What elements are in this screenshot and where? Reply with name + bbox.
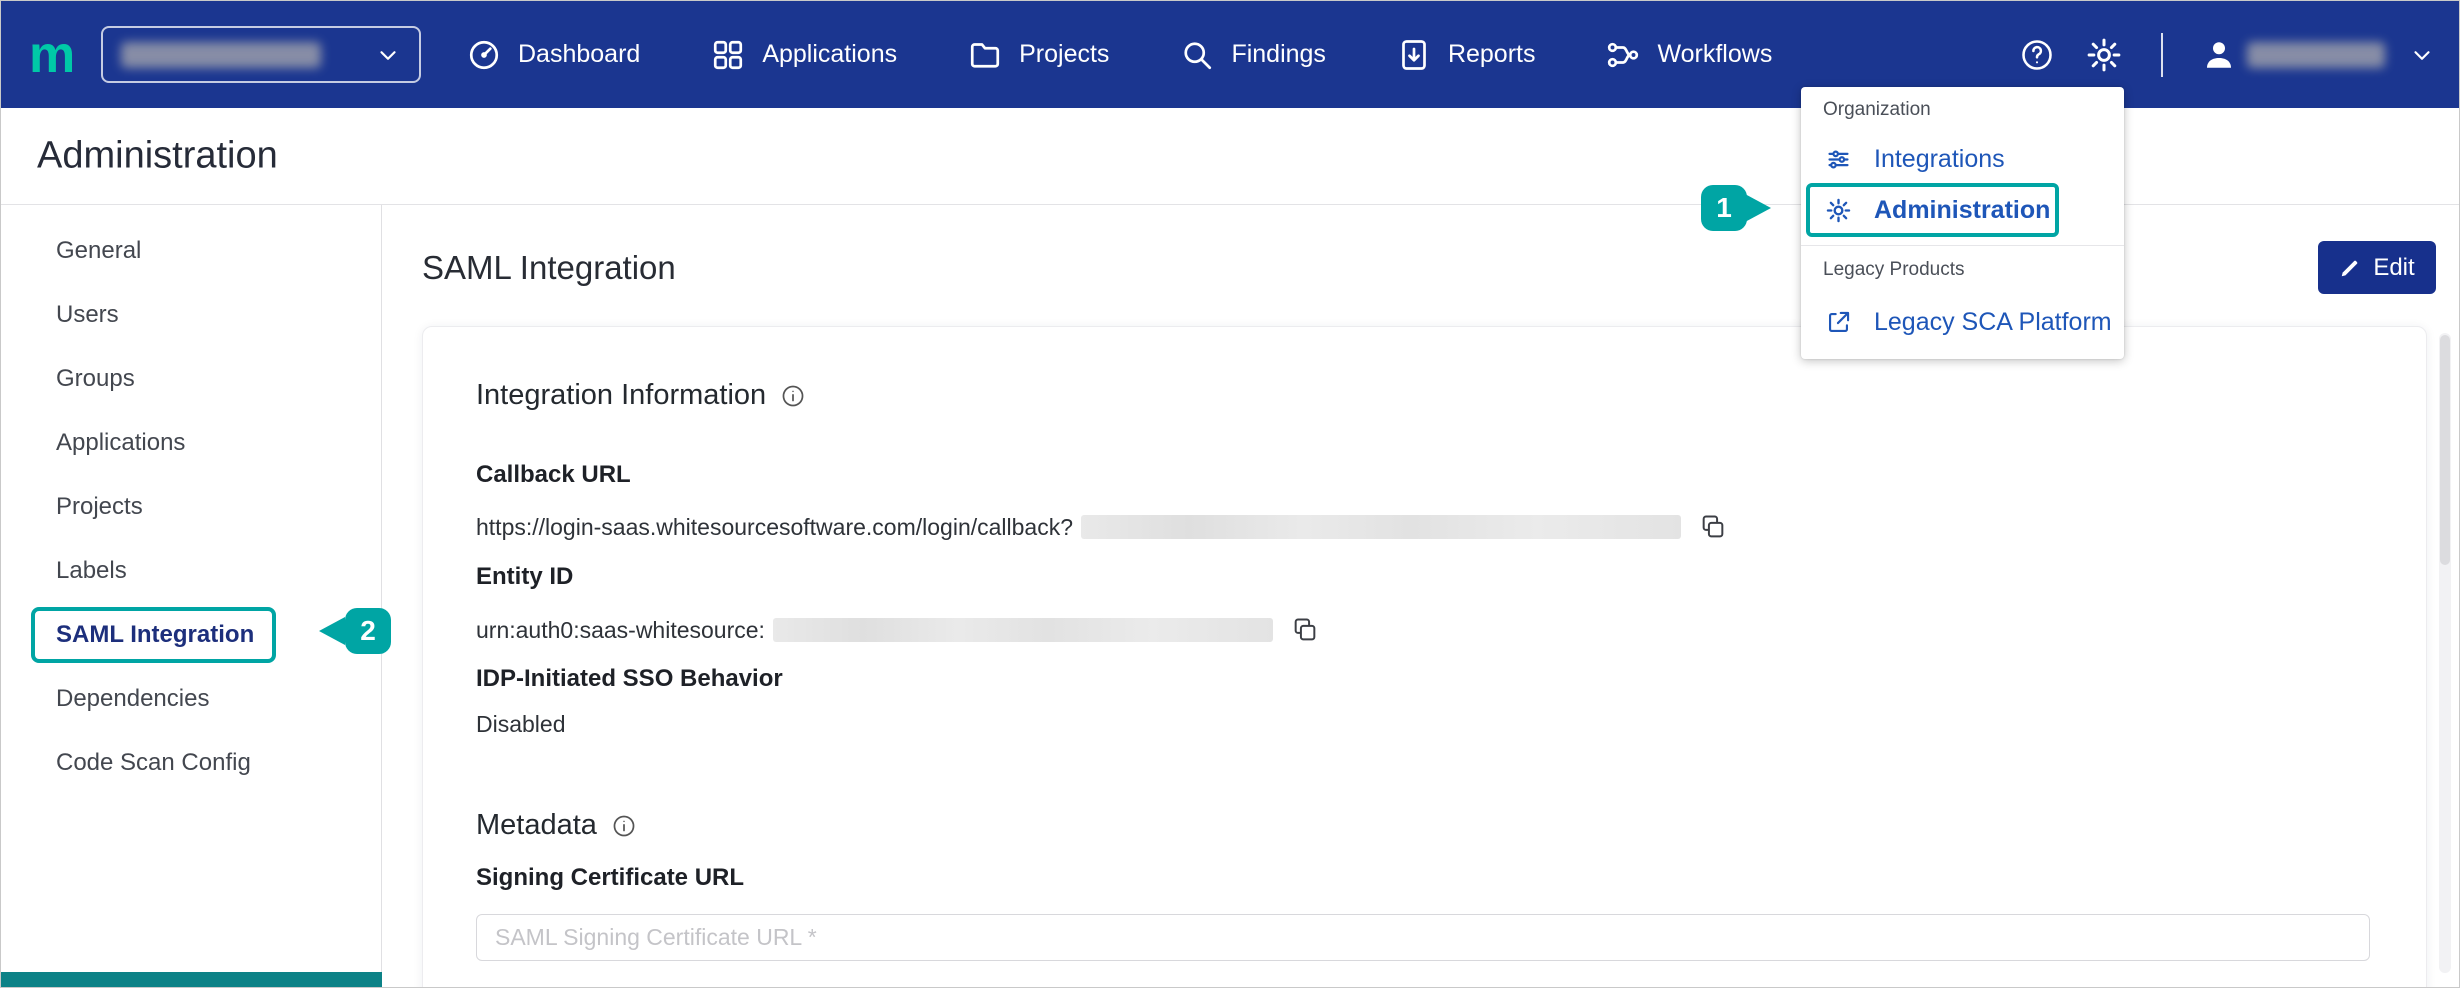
navbar-divider [2161,33,2163,77]
mend-logo: m [29,29,75,81]
reports-icon [1396,37,1432,73]
nav-label: Findings [1231,40,1326,69]
nav-label: Reports [1448,40,1536,69]
menu-divider [1801,245,2124,246]
nav-item-findings[interactable]: Findings [1179,37,1326,73]
signing-certificate-url-label: Signing Certificate URL [476,864,744,892]
findings-icon [1179,37,1215,73]
sidebar-item-label: SAML Integration [56,621,254,649]
sidebar-item-users[interactable]: Users [1,283,381,347]
app-window: m Dashboard Applications [0,0,2460,988]
menu-group-organization: Organization [1823,99,1931,121]
admin-sidebar: General Users Groups Applications Projec… [1,205,382,987]
nav-label: Projects [1019,40,1109,69]
edit-button[interactable]: Edit [2318,241,2436,294]
integration-information-section-title: Integration Information [476,379,806,412]
username-redacted [2247,42,2385,68]
integrations-sliders-icon [1825,146,1852,173]
annotation-badge-1: 1 [1701,185,1747,231]
annotation-pointer-2 [319,617,345,645]
callback-url-row: https://login-saas.whitesourcesoftware.c… [476,513,1727,541]
dashboard-icon [466,37,502,73]
help-icon[interactable] [2019,37,2055,73]
settings-dropdown-menu: Organization Integrations Administration… [1801,87,2124,359]
org-selector-dropdown[interactable] [101,26,421,83]
vertical-scrollbar[interactable] [2439,333,2451,973]
saml-integration-card: Integration Information Callback URL htt… [422,326,2427,988]
nav-label: Applications [762,40,897,69]
user-avatar-icon [2201,37,2237,73]
section-title-text: Metadata [476,809,597,842]
projects-icon [967,37,1003,73]
sidebar-item-projects[interactable]: Projects [1,475,381,539]
entity-id-row: urn:auth0:saas-whitesource: [476,616,1319,644]
main-navigation: Dashboard Applications Projects Findings [466,1,1772,108]
menu-item-legacy-sca-platform[interactable]: Legacy SCA Platform [1801,297,2124,347]
menu-group-legacy-products: Legacy Products [1823,259,1965,281]
nav-item-workflows[interactable]: Workflows [1605,37,1772,73]
menu-item-administration[interactable]: Administration [1801,185,2124,235]
sidebar-item-groups[interactable]: Groups [1,347,381,411]
workflows-icon [1605,37,1641,73]
external-link-icon [1825,309,1852,336]
org-name-redacted [121,42,321,68]
menu-item-label: Legacy SCA Platform [1874,308,2112,337]
sidebar-item-general[interactable]: General [1,219,381,283]
info-icon[interactable] [780,383,806,409]
menu-item-label: Administration [1874,196,2050,225]
entity-id-label: Entity ID [476,563,573,591]
entity-id-redacted [773,618,1273,642]
nav-item-dashboard[interactable]: Dashboard [466,37,640,73]
nav-item-applications[interactable]: Applications [710,37,897,73]
signing-certificate-url-input[interactable] [476,914,2370,961]
copy-icon[interactable] [1291,616,1319,644]
sidebar-item-applications[interactable]: Applications [1,411,381,475]
nav-item-reports[interactable]: Reports [1396,37,1536,73]
scrollbar-thumb[interactable] [2440,335,2450,565]
chevron-down-icon [375,42,401,68]
annotation-badge-2: 2 [345,608,391,654]
callback-url-label: Callback URL [476,461,631,489]
administration-gear-icon [1825,197,1852,224]
annotation-pointer-1 [1745,194,1771,222]
metadata-section-title: Metadata [476,809,637,842]
user-menu-chevron-icon[interactable] [2409,42,2435,68]
settings-gear-icon[interactable] [2085,36,2123,74]
pencil-icon [2339,257,2361,279]
menu-item-label: Integrations [1874,145,2005,174]
nav-label: Workflows [1657,40,1772,69]
callback-url-value: https://login-saas.whitesourcesoftware.c… [476,514,1073,541]
bottom-left-bar [1,972,382,988]
callback-url-redacted [1081,515,1681,539]
content-heading: SAML Integration [422,249,676,287]
info-icon[interactable] [611,813,637,839]
sidebar-item-code-scan-config[interactable]: Code Scan Config [1,731,381,795]
sidebar-item-labels[interactable]: Labels [1,539,381,603]
nav-label: Dashboard [518,40,640,69]
idp-sso-label: IDP-Initiated SSO Behavior [476,665,783,693]
nav-item-projects[interactable]: Projects [967,37,1109,73]
section-title-text: Integration Information [476,379,766,412]
copy-icon[interactable] [1699,513,1727,541]
entity-id-value: urn:auth0:saas-whitesource: [476,617,765,644]
menu-item-integrations[interactable]: Integrations [1801,134,2124,184]
applications-icon [710,37,746,73]
edit-button-label: Edit [2373,254,2414,282]
idp-sso-value: Disabled [476,711,566,738]
sidebar-item-dependencies[interactable]: Dependencies [1,667,381,731]
page-title: Administration [37,135,278,178]
